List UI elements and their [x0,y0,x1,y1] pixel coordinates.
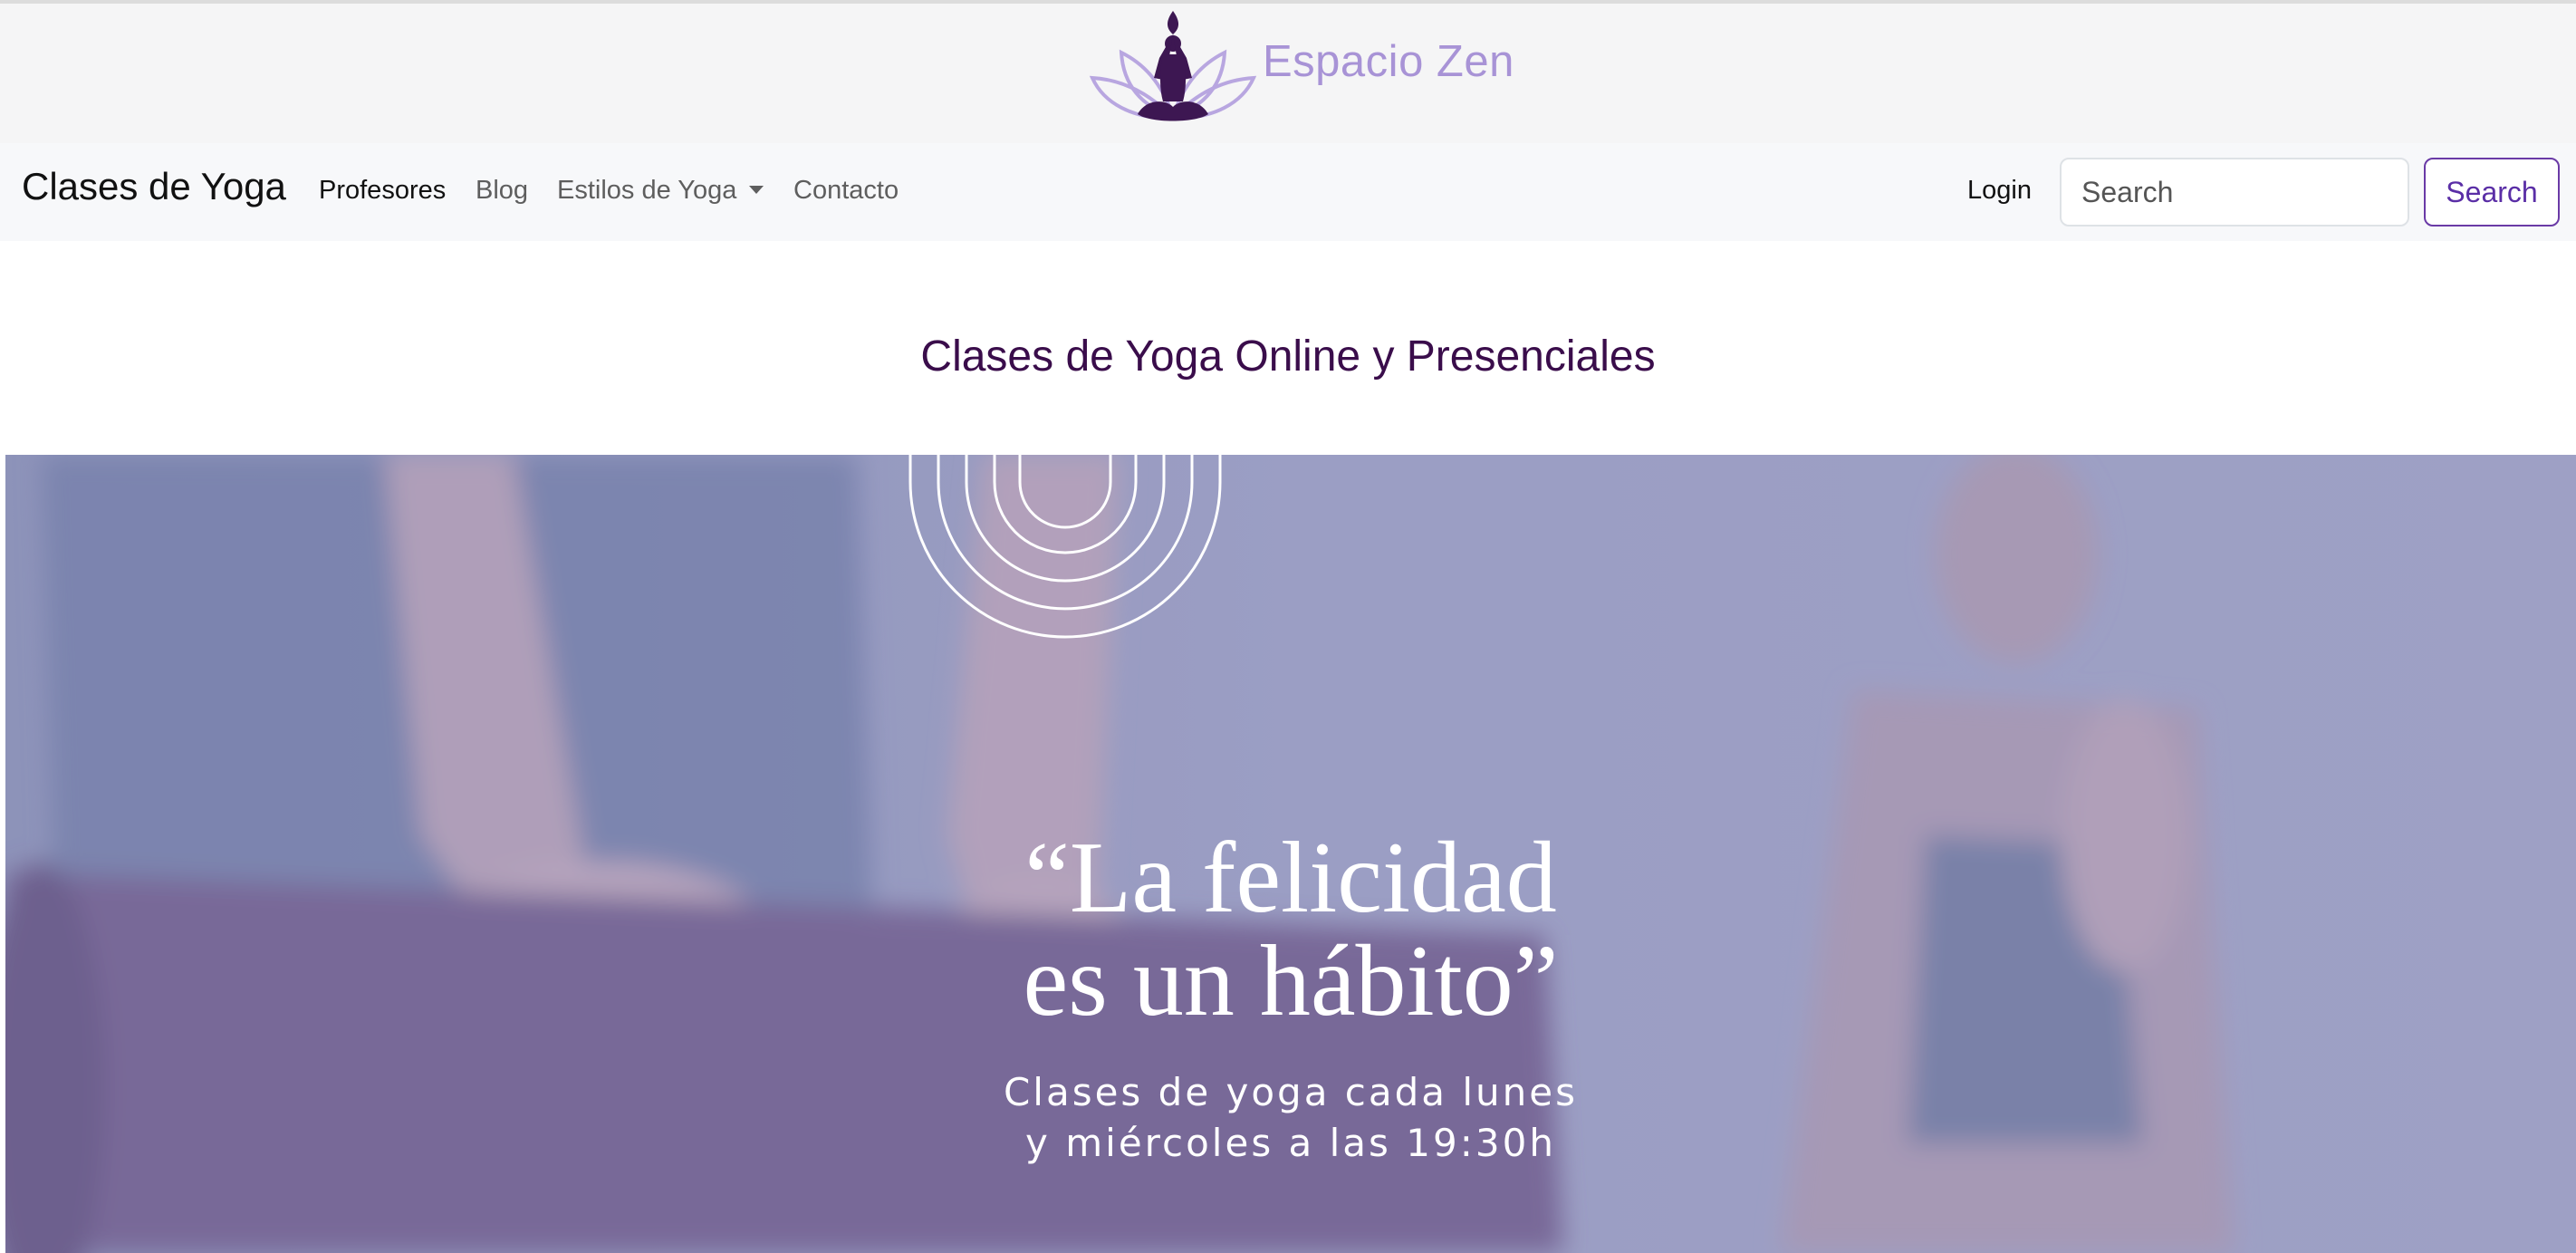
hero-quote-line1: “La felicidad [1024,822,1557,934]
hero-banner: “La felicidad es un hábito” Clases de yo… [5,455,2576,1253]
hero-subtitle: Clases de yoga cada lunes y miércoles a … [5,1067,2576,1169]
hero-subtitle-line2: y miércoles a las 19:30h [1025,1121,1556,1165]
hero-quote: “La felicidad es un hábito” [5,826,2576,1033]
page-title: Clases de Yoga Online y Presenciales [920,333,1656,381]
brand-header: Espacio Zen [0,4,2576,143]
login-link[interactable]: Login [1967,176,2032,206]
nav-link-contacto[interactable]: Contacto [793,176,899,206]
caret-down-icon [749,185,764,194]
search-input[interactable] [2060,158,2409,227]
brand-name: Espacio Zen [1263,37,1514,86]
nav-link-blog[interactable]: Blog [476,176,528,206]
lotus-meditation-icon [1089,11,1257,121]
hero-quote-line2: es un hábito” [1023,925,1559,1037]
nav-link-profesores[interactable]: Profesores [319,176,446,206]
search-button[interactable]: Search [2424,158,2560,227]
navbar-brand[interactable]: Clases de Yoga [22,165,286,208]
nav-dropdown-estilos-de-yoga[interactable]: Estilos de Yoga [557,176,764,206]
nav-dropdown-label: Estilos de Yoga [557,176,737,205]
hero-subtitle-line1: Clases de yoga cada lunes [1003,1070,1579,1114]
